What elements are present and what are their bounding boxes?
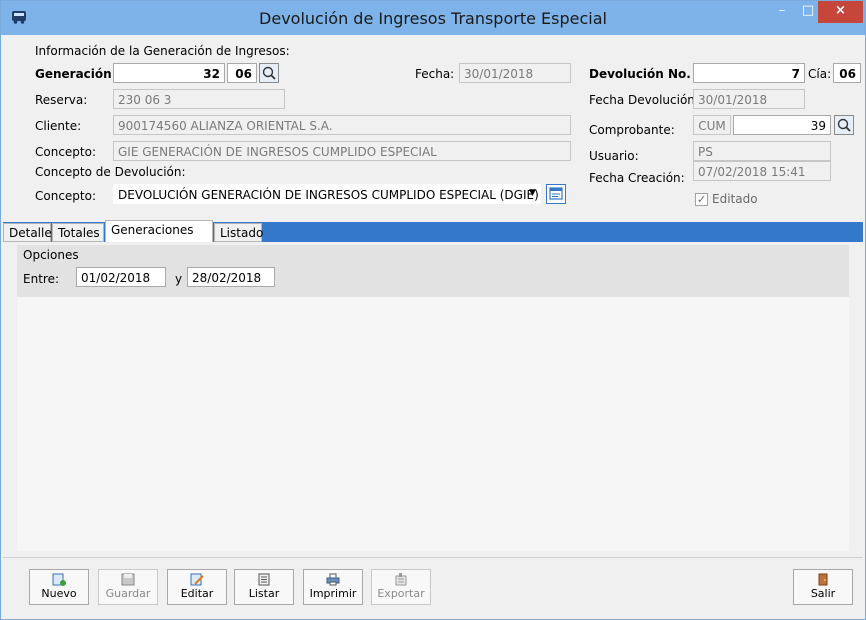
concepto-field: GIE GENERACIÓN DE INGRESOS CUMPLIDO ESPE… [113, 141, 571, 161]
options-title: Opciones [23, 248, 79, 262]
concepto-label: Concepto: [35, 145, 97, 159]
exportar-button[interactable]: Exportar [371, 569, 431, 605]
tab-strip: Detalle Totales Generaciones Listado [3, 220, 863, 242]
cliente-field: 900174560 ALIANZA ORIENTAL S.A. [113, 115, 571, 135]
concepto-devolucion-label: Concepto: [35, 189, 97, 203]
listar-button[interactable]: Listar [234, 569, 294, 605]
generacion-number-input[interactable]: 32 [113, 63, 225, 83]
list-icon [258, 573, 270, 586]
save-icon [121, 573, 135, 586]
list-window-icon [549, 187, 563, 200]
exportar-label: Exportar [377, 587, 425, 600]
close-button[interactable]: × [818, 1, 863, 23]
tab-detalle[interactable]: Detalle [3, 223, 52, 242]
bottom-toolbar: Nuevo Guardar Editar Listar Imprimir Exp… [3, 557, 863, 618]
guardar-label: Guardar [105, 587, 151, 600]
fecha-creacion-label: Fecha Creación: [589, 171, 685, 185]
concepto-lookup-button[interactable] [546, 184, 566, 204]
guardar-button[interactable]: Guardar [98, 569, 158, 605]
usuario-field: PS [693, 141, 831, 161]
fecha-label: Fecha: [415, 67, 455, 81]
reserva-label: Reserva: [35, 93, 88, 107]
comprobante-numero-input[interactable]: 39 [733, 115, 831, 135]
devolucion-numero-label: Devolución No. [589, 67, 691, 81]
concepto-devolucion-title: Concepto de Devolución: [35, 165, 186, 179]
tab-totales[interactable]: Totales [52, 223, 104, 242]
nuevo-button[interactable]: Nuevo [29, 569, 89, 605]
fecha-devolucion-field: 30/01/2018 [693, 89, 805, 109]
search-generacion-button[interactable] [259, 63, 279, 83]
editar-button[interactable]: Editar [167, 569, 227, 605]
entre-label: Entre: [23, 272, 59, 286]
window-title: Devolución de Ingresos Transporte Especi… [259, 9, 607, 28]
imprimir-button[interactable]: Imprimir [303, 569, 363, 605]
generaciones-content-area [17, 297, 849, 551]
salir-label: Salir [810, 587, 836, 600]
generation-section-title: Información de la Generación de Ingresos… [35, 44, 290, 58]
edit-icon [190, 573, 204, 586]
generacion-cia-input[interactable]: 06 [227, 63, 257, 83]
fecha-devolucion-label: Fecha Devolución: [589, 93, 699, 107]
title-bar: Devolución de Ingresos Transporte Especi… [1, 1, 865, 35]
new-document-icon [52, 573, 66, 586]
y-label: y [175, 272, 183, 286]
search-comprobante-button[interactable] [834, 115, 854, 135]
reserva-field: 230 06 3 [113, 89, 285, 109]
cia-input[interactable]: 06 [833, 63, 861, 83]
magnifier-icon [837, 118, 851, 132]
tab-listado[interactable]: Listado [214, 223, 263, 242]
generacion-label: Generación: [35, 67, 117, 81]
devolucion-numero-input[interactable]: 7 [693, 63, 805, 83]
fecha-desde-input[interactable]: 01/02/2018 [76, 267, 166, 287]
imprimir-label: Imprimir [309, 587, 357, 600]
options-panel: Opciones Entre: 01/02/2018 y 28/02/2018 [17, 245, 849, 297]
printer-icon [326, 573, 340, 586]
fecha-field: 30/01/2018 [459, 63, 571, 83]
nuevo-label: Nuevo [41, 587, 77, 600]
concepto-devolucion-select[interactable]: DEVOLUCIÓN GENERACIÓN DE INGRESOS CUMPLI… [113, 184, 541, 204]
editado-checkbox[interactable]: ✓ [695, 193, 708, 206]
salir-button[interactable]: Salir [793, 569, 853, 605]
comprobante-tipo-field: CUM [693, 115, 731, 135]
comprobante-label: Comprobante: [589, 123, 675, 137]
fecha-hasta-input[interactable]: 28/02/2018 [187, 267, 275, 287]
exit-door-icon [818, 573, 828, 586]
tab-generaciones[interactable]: Generaciones [105, 220, 213, 242]
fecha-creacion-field: 07/02/2018 15:41 [693, 161, 831, 181]
minimize-button[interactable]: – [769, 1, 795, 23]
editar-label: Editar [180, 587, 214, 600]
main-window: Devolución de Ingresos Transporte Especi… [0, 0, 866, 620]
export-icon [395, 573, 407, 586]
listar-label: Listar [248, 587, 280, 600]
cia-label: Cía: [808, 67, 832, 81]
chevron-down-icon[interactable]: ▼ [529, 188, 536, 198]
editado-label: Editado [712, 192, 758, 206]
magnifier-icon [262, 66, 276, 80]
usuario-label: Usuario: [589, 149, 639, 163]
cliente-label: Cliente: [35, 119, 82, 133]
